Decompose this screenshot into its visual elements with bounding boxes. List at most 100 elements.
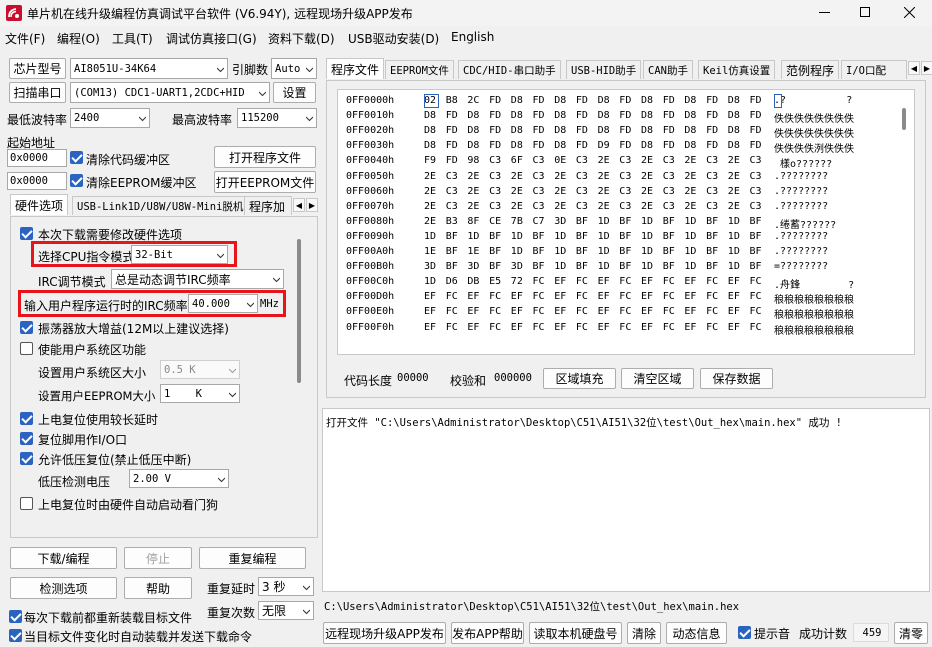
- hex-byte[interactable]: FD: [619, 95, 631, 106]
- hex-byte[interactable]: 1D: [554, 246, 566, 257]
- hex-byte[interactable]: 1D: [554, 231, 566, 242]
- hex-byte[interactable]: FC: [576, 306, 588, 317]
- detect-options-button[interactable]: 检测选项: [10, 577, 117, 599]
- hex-byte[interactable]: FC: [750, 291, 762, 302]
- hex-byte[interactable]: FC: [489, 306, 501, 317]
- hex-byte[interactable]: 1D: [511, 231, 523, 242]
- hex-byte[interactable]: 1D: [598, 231, 610, 242]
- hex-byte[interactable]: BF: [750, 216, 762, 227]
- hex-byte[interactable]: 2E: [684, 201, 696, 212]
- hex-byte[interactable]: B3: [446, 216, 458, 227]
- hex-byte[interactable]: EF: [728, 276, 740, 287]
- hex-byte[interactable]: D8: [554, 95, 566, 106]
- hex-byte[interactable]: D8: [684, 95, 696, 106]
- tab-scroll-right-button[interactable]: ▶: [306, 198, 318, 212]
- hex-byte[interactable]: C3: [706, 155, 718, 166]
- hex-byte[interactable]: 3D: [467, 261, 479, 272]
- hex-byte[interactable]: EF: [467, 322, 479, 333]
- hex-byte[interactable]: 1D: [728, 261, 740, 272]
- hex-byte[interactable]: C3: [750, 186, 762, 197]
- menu-usb-driver[interactable]: USB驱动安装(D): [348, 30, 439, 47]
- hex-byte[interactable]: FD: [619, 125, 631, 136]
- hex-byte[interactable]: EF: [728, 306, 740, 317]
- hex-byte[interactable]: FC: [533, 322, 545, 333]
- tab-hardware-options[interactable]: 硬件选项: [10, 194, 69, 215]
- hex-byte[interactable]: EF: [424, 322, 436, 333]
- hex-byte[interactable]: EF: [511, 306, 523, 317]
- hex-byte[interactable]: FC: [576, 322, 588, 333]
- eeprom-address-input[interactable]: 0x0000: [7, 172, 67, 190]
- tab-scroll-left-button[interactable]: ◀: [293, 198, 305, 212]
- settings-button[interactable]: 设置: [273, 82, 316, 103]
- hex-byte[interactable]: EF: [467, 306, 479, 317]
- hex-byte[interactable]: 1D: [641, 216, 653, 227]
- hex-byte[interactable]: 98: [467, 155, 479, 166]
- chip-model-select[interactable]: AI8051U-34K64: [70, 58, 228, 79]
- hex-byte[interactable]: BF: [576, 216, 588, 227]
- hex-byte[interactable]: FD: [706, 110, 718, 121]
- beep-checkbox[interactable]: [738, 626, 751, 639]
- dynamic-info-button[interactable]: 动态信息: [666, 622, 727, 644]
- tab-eeprom-file[interactable]: EEPROM文件: [385, 60, 454, 79]
- hex-vertical-scrollbar[interactable]: [902, 108, 906, 130]
- remote-upgrade-app-button[interactable]: 远程现场升级APP发布: [323, 622, 446, 644]
- hex-byte[interactable]: FC: [619, 291, 631, 302]
- hex-byte[interactable]: C3: [576, 186, 588, 197]
- hex-byte[interactable]: FC: [533, 291, 545, 302]
- save-data-button[interactable]: 保存数据: [700, 368, 773, 389]
- reset-pin-io-checkbox[interactable]: [20, 432, 33, 445]
- repeat-count-select[interactable]: 无限: [258, 601, 314, 620]
- hex-byte[interactable]: BF: [619, 246, 631, 257]
- hex-byte[interactable]: EF: [511, 291, 523, 302]
- hex-byte[interactable]: 7B: [511, 216, 523, 227]
- options-scrollbar[interactable]: [294, 239, 304, 389]
- hex-byte[interactable]: D8: [684, 110, 696, 121]
- hex-byte[interactable]: FC: [663, 276, 675, 287]
- hex-byte[interactable]: EF: [641, 306, 653, 317]
- hex-byte[interactable]: C3: [489, 186, 501, 197]
- close-button[interactable]: [888, 0, 932, 26]
- hex-byte[interactable]: 1D: [511, 246, 523, 257]
- hex-byte[interactable]: BF: [750, 231, 762, 242]
- hex-byte[interactable]: 2E: [511, 201, 523, 212]
- hex-byte[interactable]: FC: [706, 291, 718, 302]
- hex-byte[interactable]: EF: [684, 322, 696, 333]
- hex-byte[interactable]: BF: [663, 261, 675, 272]
- hex-byte[interactable]: 2E: [598, 186, 610, 197]
- low-voltage-reset-checkbox[interactable]: [20, 452, 33, 465]
- hex-byte[interactable]: 1E: [424, 246, 436, 257]
- hex-byte[interactable]: FD: [663, 140, 675, 151]
- hex-byte[interactable]: D8: [511, 110, 523, 121]
- hex-byte[interactable]: FD: [663, 95, 675, 106]
- hex-byte[interactable]: 2E: [641, 171, 653, 182]
- hex-byte[interactable]: FD: [446, 155, 458, 166]
- hex-byte[interactable]: C3: [750, 155, 762, 166]
- hex-byte[interactable]: EF: [641, 322, 653, 333]
- tab-io-config[interactable]: I/O口配: [841, 60, 907, 79]
- help-button[interactable]: 帮助: [124, 577, 192, 599]
- hex-byte[interactable]: D8: [598, 95, 610, 106]
- hex-byte[interactable]: FC: [533, 306, 545, 317]
- hex-byte[interactable]: EF: [424, 291, 436, 302]
- hex-byte[interactable]: FD: [706, 140, 718, 151]
- hex-byte[interactable]: D8: [424, 125, 436, 136]
- hex-byte[interactable]: FD: [706, 95, 718, 106]
- hex-byte[interactable]: BF: [489, 261, 501, 272]
- hex-byte[interactable]: FC: [489, 322, 501, 333]
- hex-byte[interactable]: FD: [706, 125, 718, 136]
- hex-byte[interactable]: FC: [706, 306, 718, 317]
- need-modify-checkbox[interactable]: [20, 227, 33, 240]
- hex-byte[interactable]: C3: [663, 171, 675, 182]
- max-baud-select[interactable]: 115200: [237, 108, 317, 128]
- hex-byte[interactable]: D8: [598, 110, 610, 121]
- clear-eeprom-checkbox[interactable]: [70, 174, 83, 187]
- hex-byte[interactable]: D8: [728, 110, 740, 121]
- low-voltage-detect-select[interactable]: 2.00 V: [129, 469, 229, 488]
- right-tab-scroll-left-button[interactable]: ◀: [908, 61, 920, 75]
- hex-byte[interactable]: 2E: [424, 216, 436, 227]
- hex-byte[interactable]: C3: [706, 186, 718, 197]
- hex-byte[interactable]: 1D: [598, 261, 610, 272]
- hex-byte[interactable]: BF: [446, 261, 458, 272]
- hex-byte[interactable]: 0E: [554, 155, 566, 166]
- hex-byte[interactable]: FD: [533, 140, 545, 151]
